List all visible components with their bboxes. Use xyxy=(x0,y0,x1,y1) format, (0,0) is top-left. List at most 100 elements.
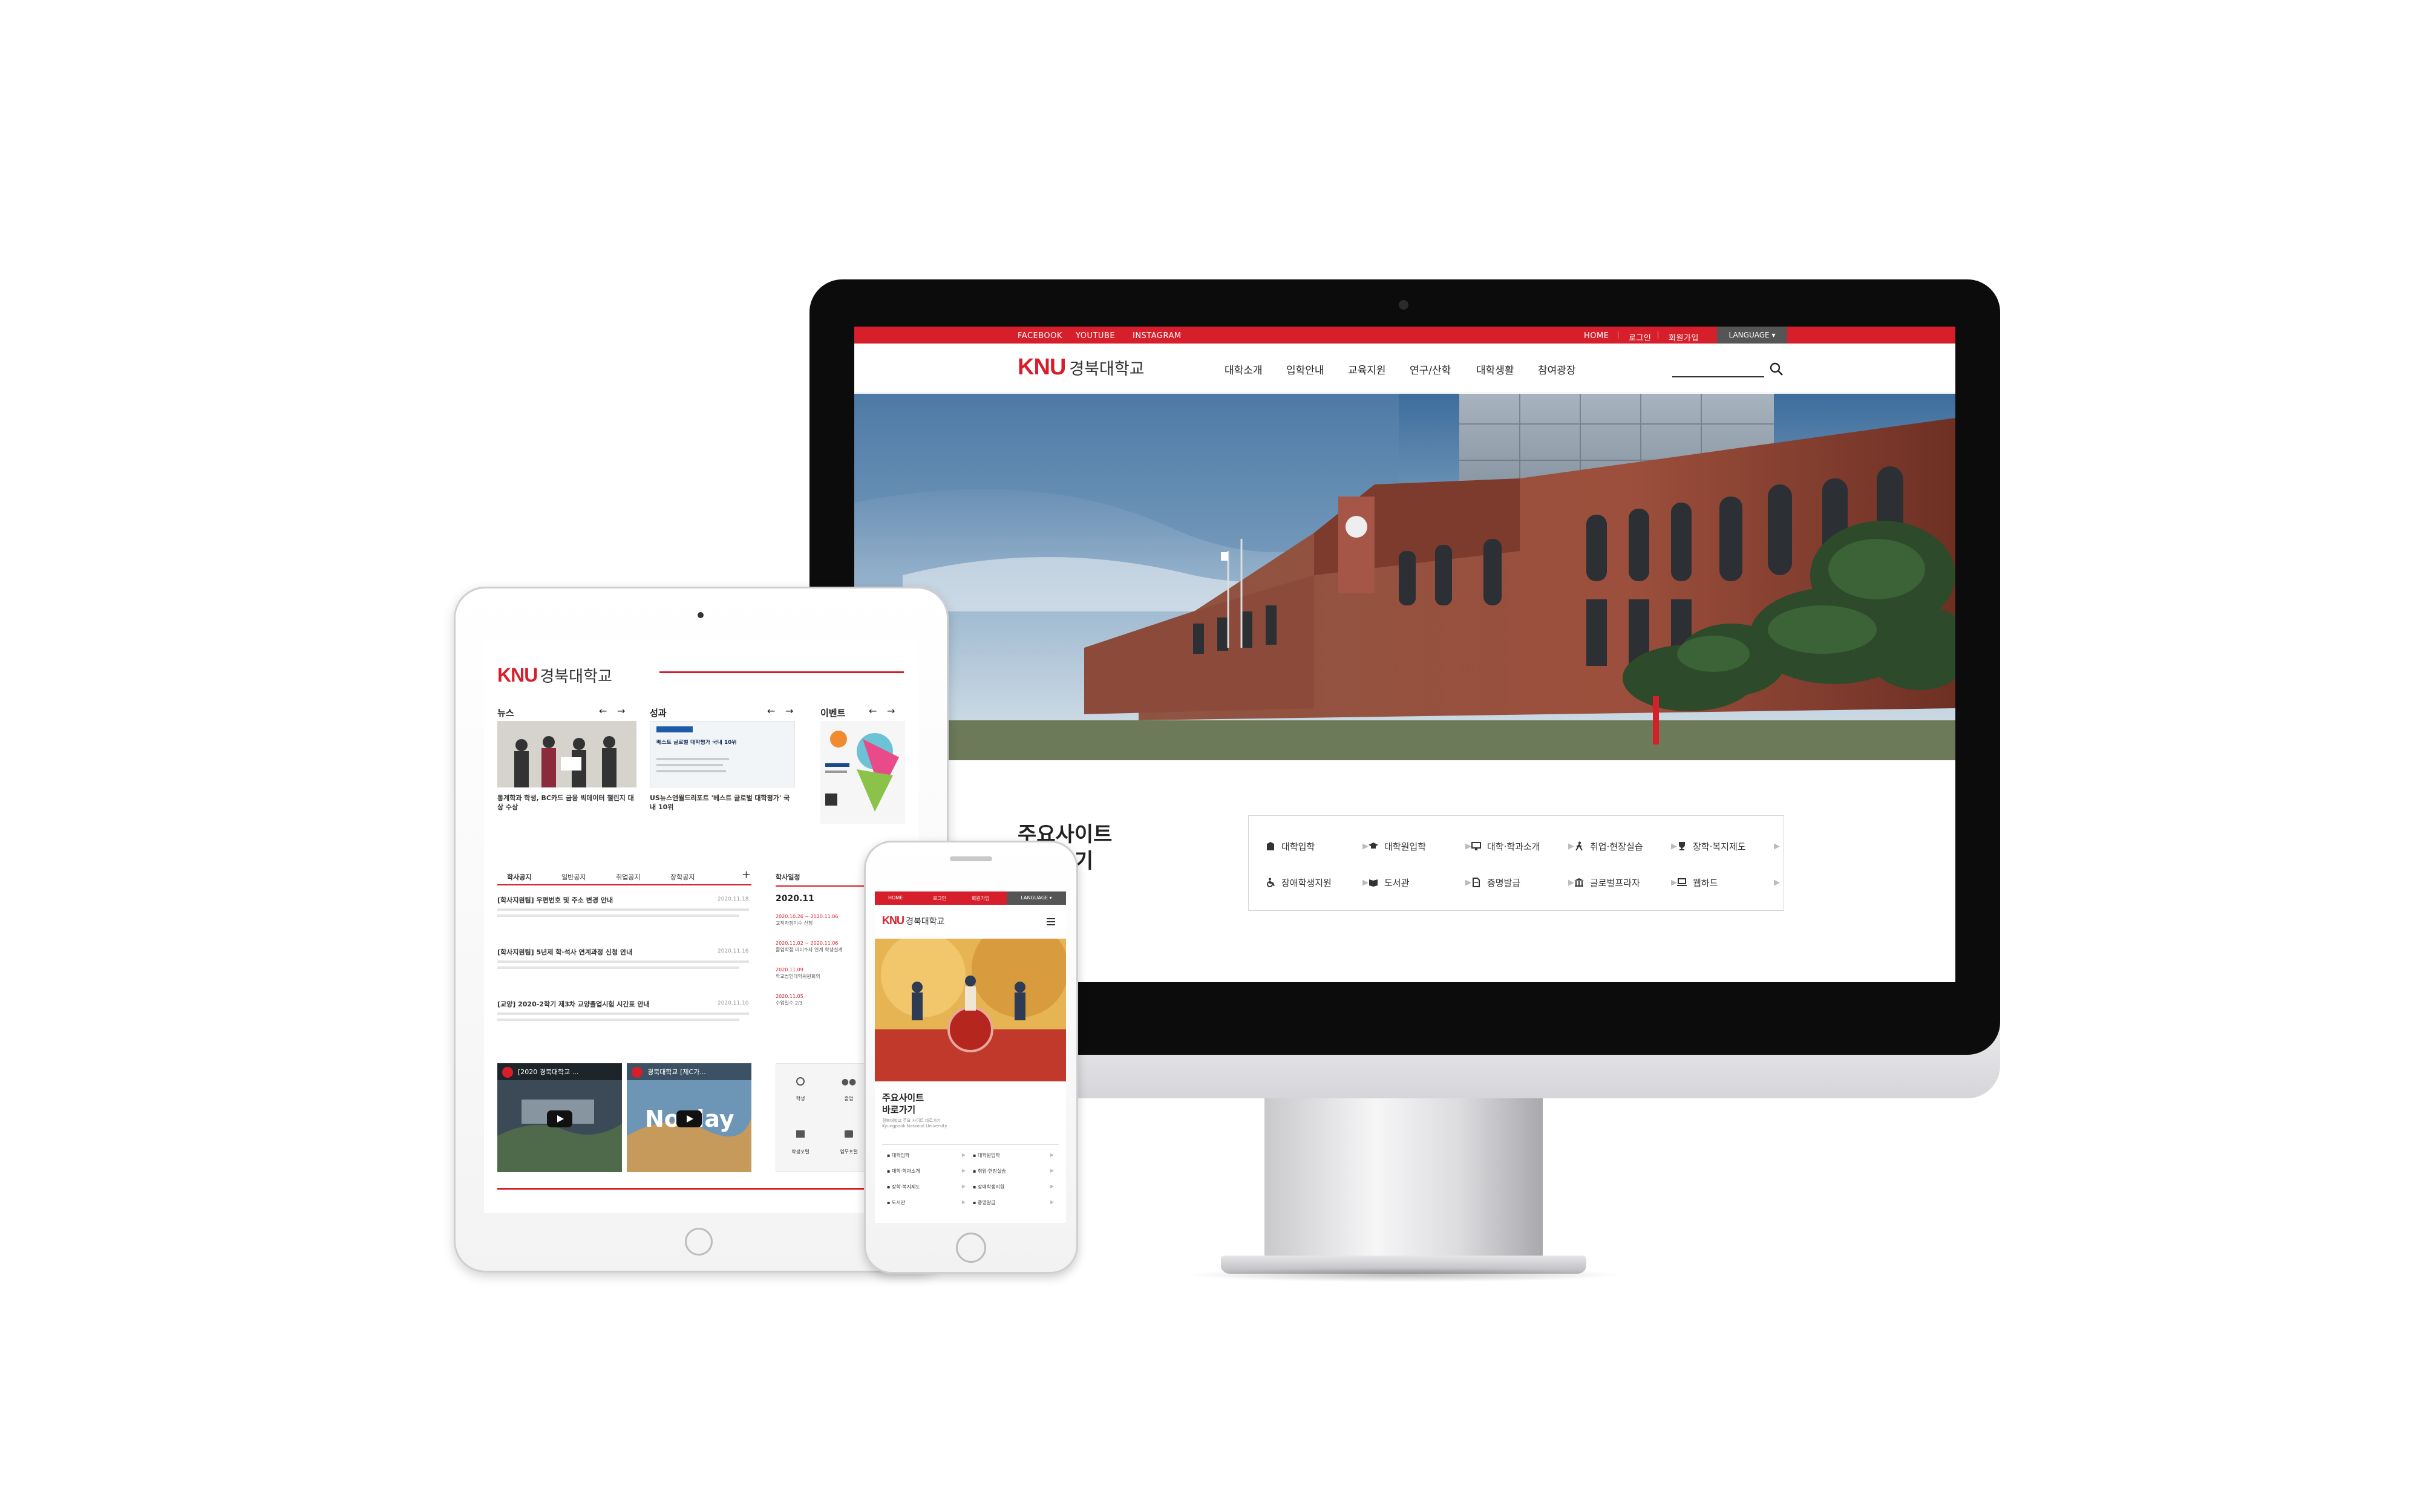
achievement-headline[interactable]: US뉴스앤월드리포트 '베스트 글로벌 대학평가' 국내 10위 xyxy=(650,793,795,812)
main-header: KNU 경북대학교 대학소개 입학안내 교육지원 연구/산학 대학생활 참여광장 xyxy=(854,344,1955,393)
wheelchair-icon: ▪ xyxy=(973,1184,978,1190)
news-prev-button[interactable]: ← xyxy=(599,705,607,717)
nav-item-research[interactable]: 연구/산학 xyxy=(1410,362,1451,377)
phone-hero-image xyxy=(875,939,1066,1081)
hamburger-menu-icon[interactable] xyxy=(1047,918,1055,925)
facebook-link[interactable]: FACEBOOK xyxy=(1018,331,1062,341)
news-title: 뉴스 xyxy=(497,708,514,719)
video-thumbnail-1[interactable]: [2020 경북대학교 ... xyxy=(497,1063,622,1172)
notice-item[interactable]: [교양] 2020-2학기 제3차 교양졸업시험 시간표 안내 2020.11.… xyxy=(497,999,751,1051)
quick-link-departments[interactable]: 대학·학과소개 ▶ xyxy=(1471,834,1574,858)
notice-item[interactable]: [학사지원팀] 우편번호 및 주소 변경 안내 2020.11.18 xyxy=(497,895,751,947)
search-input[interactable] xyxy=(1672,376,1764,377)
graduation-cap-icon xyxy=(1369,842,1378,849)
event-prev-button[interactable]: ← xyxy=(869,705,877,717)
quick-link-certificate[interactable]: 증명발급 ▶ xyxy=(1471,870,1574,894)
news-headline[interactable]: 통계학과 학생, BC카드 금융 빅데이터 챌린지 대상 수상 xyxy=(497,793,636,812)
quick-link-webhard[interactable]: 웹하드 ▶ xyxy=(1677,870,1780,894)
phone-quick-link[interactable]: ▪ 증명발급 ▶ xyxy=(973,1199,1054,1206)
youtube-link[interactable]: YOUTUBE xyxy=(1076,331,1115,341)
quick-link-label: 도서관 xyxy=(1384,877,1410,888)
quick-link-grad-admission[interactable]: 대학원입학 ▶ xyxy=(1369,834,1471,858)
video-thumbnail-2[interactable]: 경북대학교 [제C가... No day xyxy=(627,1063,751,1172)
achievement-prev-button[interactable]: ← xyxy=(767,705,775,717)
phone-home-link[interactable]: HOME xyxy=(888,895,903,901)
nav-item-admission[interactable]: 입학안내 xyxy=(1286,362,1324,377)
event-next-button[interactable]: → xyxy=(887,705,895,717)
tab-general-notice[interactable]: 일반공지 xyxy=(561,872,586,882)
portal-label: 학생 xyxy=(796,1096,805,1101)
phone-quick-link[interactable]: ▪ 대학원입학 ▶ xyxy=(973,1152,1054,1159)
top-utility-bar: FACEBOOK YOUTUBE INSTAGRAM HOME 로그인 회원가입… xyxy=(854,327,1955,344)
login-link[interactable]: 로그인 xyxy=(1629,331,1651,343)
tab-employment-notice[interactable]: 취업공지 xyxy=(616,872,640,882)
event-title: 이벤트 xyxy=(820,708,846,719)
phone-top-bar: HOME 로그인 회원가입 LANGUAGE ▾ xyxy=(875,891,1066,905)
quick-link-scholarship[interactable]: 장학·복지제도 ▶ xyxy=(1677,834,1780,858)
home-link[interactable]: HOME xyxy=(1584,331,1609,341)
notice-title: [학사지원팀] 우편번호 및 주소 변경 안내 xyxy=(497,896,613,904)
tab-scholarship-notice[interactable]: 장학공지 xyxy=(670,872,695,882)
search-icon[interactable] xyxy=(1769,362,1784,376)
phone-quick-link[interactable]: ▪ 대학·학과소개 ▶ xyxy=(887,1168,966,1175)
phone-quick-link[interactable]: ▪ 대학입학 ▶ xyxy=(887,1152,966,1159)
nav-item-about[interactable]: 대학소개 xyxy=(1225,362,1263,377)
event-poster[interactable] xyxy=(820,721,905,824)
document-icon: ▪ xyxy=(973,1200,978,1205)
phone-quick-link[interactable]: ▪ 취업·현장실습 ▶ xyxy=(973,1168,1054,1175)
news-next-button[interactable]: → xyxy=(617,705,625,717)
instagram-link[interactable]: INSTAGRAM xyxy=(1133,331,1182,341)
language-button[interactable]: LANGUAGE ▾ xyxy=(1717,327,1787,344)
portal-label: 학생포털 xyxy=(791,1149,809,1155)
quick-link-label: 대학입학 xyxy=(1281,841,1315,852)
achievement-poster-text: 베스트 글로벌 대학평가 국내 10위 xyxy=(656,740,737,746)
portal-student[interactable]: 학생 xyxy=(776,1064,825,1118)
news-thumbnail[interactable] xyxy=(497,721,636,787)
achievement-next-button[interactable]: → xyxy=(785,705,793,717)
site-logo[interactable]: KNU 경북대학교 xyxy=(1018,354,1145,380)
achievement-thumbnail[interactable]: 베스트 글로벌 대학평가 국내 10위 xyxy=(650,721,795,787)
footer-rule xyxy=(497,1188,899,1190)
channel-avatar xyxy=(502,1067,513,1078)
nav-item-education[interactable]: 교육지원 xyxy=(1348,362,1386,377)
more-plus-icon[interactable]: + xyxy=(742,868,751,881)
notice-list: [학사지원팀] 우편번호 및 주소 변경 안내 2020.11.18 [학사지원… xyxy=(497,895,751,1051)
quick-link-disability-support[interactable]: 장애학생지원 ▶ xyxy=(1266,870,1369,894)
phone-login-link[interactable]: 로그인 xyxy=(933,895,946,902)
notice-date: 2020.11.10 xyxy=(718,1000,749,1006)
quick-links-panel: 대학입학 ▶ 대학원입학 ▶ 대학·학과소개 ▶ 취업·현장실습 ▶ 장학·복지제도 ▶ … xyxy=(1248,815,1784,911)
tablet-logo[interactable]: KNU 경북대학교 xyxy=(497,664,612,686)
phone-language-button[interactable]: LANGUAGE ▾ xyxy=(1007,891,1066,905)
phone-quick-link[interactable]: ▪ 도서관 ▶ xyxy=(887,1199,966,1206)
phone-home-button[interactable] xyxy=(956,1233,986,1263)
phone-quick-title-2: 바로가기 xyxy=(882,1104,916,1115)
imac-camera xyxy=(1399,300,1408,310)
portal-student-portal[interactable]: 학생포털 xyxy=(776,1118,825,1173)
phone-signup-link[interactable]: 회원가입 xyxy=(972,895,989,902)
phone-speaker xyxy=(950,856,992,861)
play-button[interactable] xyxy=(547,1110,572,1127)
quick-link-undergrad-admission[interactable]: 대학입학 ▶ xyxy=(1266,834,1369,858)
quick-link-label: 취업·현장실습 xyxy=(1590,841,1643,852)
phone-quick-link[interactable]: ▪ 장학·복지제도 ▶ xyxy=(887,1184,966,1190)
quick-link-global-plaza[interactable]: 글로벌프라자 ▶ xyxy=(1574,870,1677,894)
institution-icon xyxy=(796,1130,805,1138)
tab-academic-notice[interactable]: 학사공지 xyxy=(507,872,531,882)
quick-link-label: 글로벌프라자 xyxy=(1590,877,1640,888)
quick-link-library[interactable]: 도서관 ▶ xyxy=(1369,870,1471,894)
play-button[interactable] xyxy=(676,1110,702,1127)
tablet-home-button[interactable] xyxy=(685,1228,713,1256)
portal-grid: 학생 ●● 졸업 학생포털 업무포털 xyxy=(776,1063,872,1172)
trophy-icon: ▪ xyxy=(887,1184,892,1190)
video-title: 경북대학교 [제C가... xyxy=(647,1068,706,1076)
notice-tabs: 학사공지 일반공지 취업공지 장학공지 + xyxy=(497,867,751,885)
signup-link[interactable]: 회원가입 xyxy=(1669,331,1699,343)
nav-item-participation[interactable]: 참여광장 xyxy=(1538,362,1576,377)
phone-logo[interactable]: KNU 경북대학교 xyxy=(882,914,944,927)
notice-item[interactable]: [학사지원팀] 5년제 학·석사 연계과정 신청 안내 2020.11.16 xyxy=(497,947,751,999)
logo-mark: KNU xyxy=(882,914,904,927)
phone-quick-link[interactable]: ▪ 장애학생지원 ▶ xyxy=(973,1184,1054,1190)
quick-link-employment[interactable]: 취업·현장실습 ▶ xyxy=(1574,834,1677,858)
nav-item-campus-life[interactable]: 대학생활 xyxy=(1476,362,1514,377)
phone-quick-sub-1: 경북대학교 주요 사이트 바로가기 xyxy=(882,1118,941,1123)
